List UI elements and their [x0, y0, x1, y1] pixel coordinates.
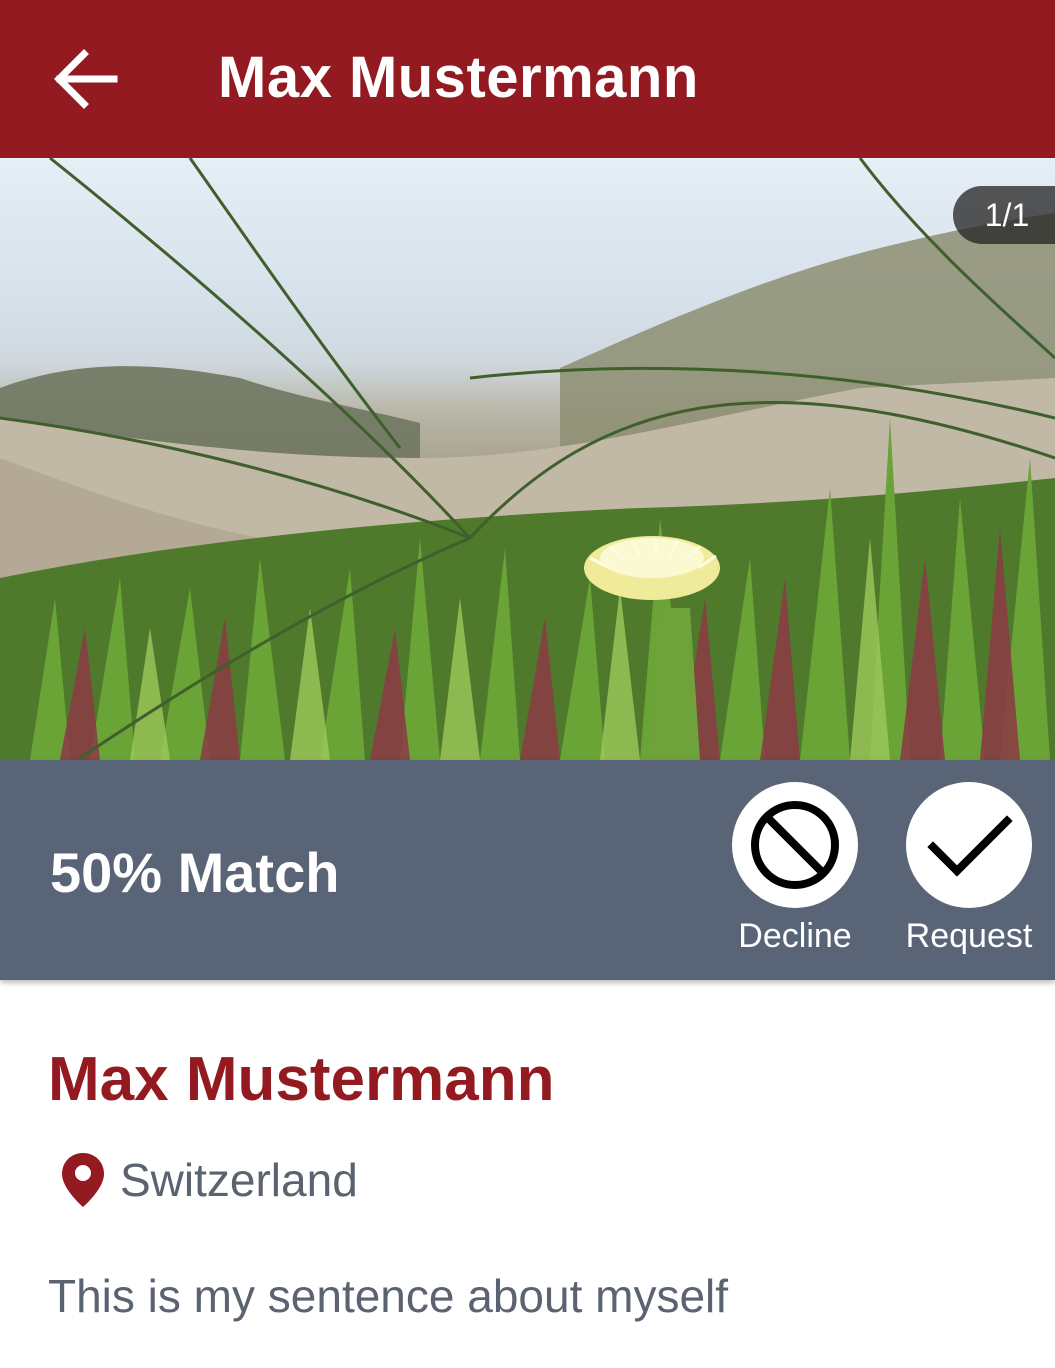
decline-circle[interactable] — [732, 782, 858, 908]
block-icon — [751, 801, 839, 889]
decline-label: Decline — [738, 917, 852, 955]
location-text: Switzerland — [120, 1154, 358, 1206]
location-pin-icon — [62, 1153, 104, 1207]
decline-button[interactable]: Decline — [730, 782, 860, 956]
request-label: Request — [905, 917, 1033, 955]
profile-name: Max Mustermann — [48, 1045, 555, 1114]
arrow-left-icon — [54, 49, 118, 109]
check-icon — [927, 815, 1013, 877]
profile-about: This is my sentence about myself — [48, 1270, 729, 1322]
request-circle[interactable] — [906, 782, 1032, 908]
back-button[interactable] — [40, 34, 130, 124]
profile-location: Switzerland — [60, 1150, 358, 1210]
app-bar-title: Max Mustermann — [218, 45, 699, 110]
match-percentage: 50% Match — [50, 841, 340, 904]
request-button[interactable]: Request — [904, 782, 1034, 956]
profile-photo[interactable] — [0, 158, 1055, 760]
photo-illustration — [0, 158, 1055, 760]
photo-counter: 1/1 — [953, 186, 1055, 244]
app-bar: Max Mustermann — [0, 0, 1055, 158]
